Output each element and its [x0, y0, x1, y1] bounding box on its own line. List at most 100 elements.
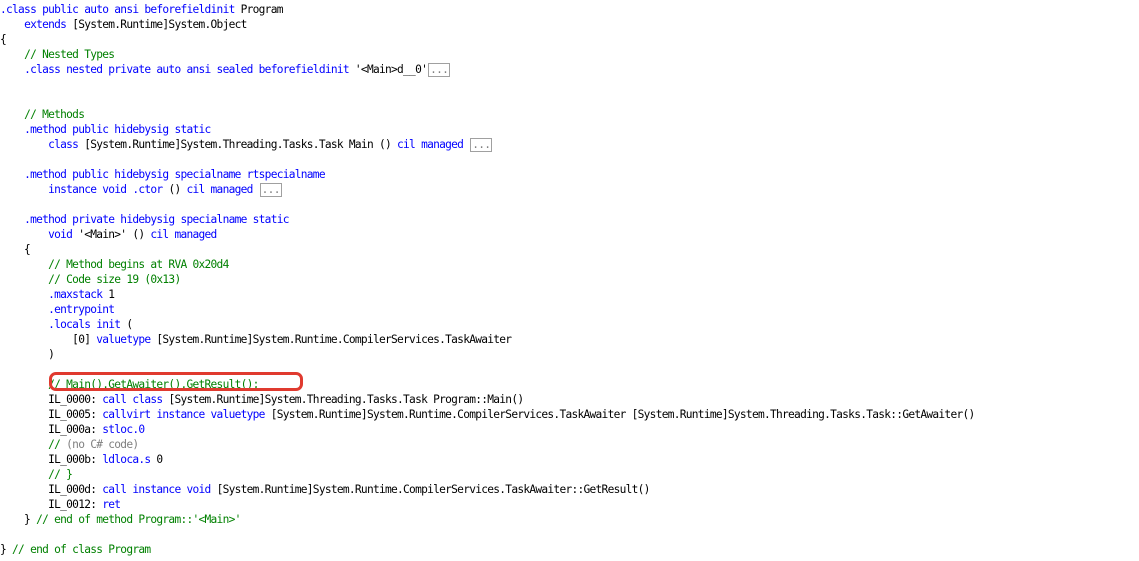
- code-keyword: instance void .ctor: [48, 183, 169, 196]
- code-line: IL_0005: callvirt instance valuetype [Sy…: [0, 407, 975, 422]
- code-text: IL_000b:: [0, 453, 103, 466]
- collapsed-region-button[interactable]: ...: [259, 183, 282, 197]
- code-line: void '<Main>' () cil managed: [0, 227, 217, 242]
- code-keyword: callvirt instance valuetype: [102, 408, 271, 421]
- code-keyword: cil managed: [150, 228, 217, 241]
- code-text: (: [126, 318, 133, 331]
- code-line: .locals init (: [0, 317, 133, 332]
- code-keyword: .method public hidebysig static: [24, 123, 211, 136]
- code-keyword: ret: [102, 498, 121, 511]
- code-text: [System.Runtime]System.Threading.Tasks.T…: [84, 138, 398, 151]
- code-line: .class public auto ansi beforefieldinit …: [0, 2, 283, 17]
- code-text: (no C# code): [66, 438, 139, 451]
- code-text: (): [168, 183, 187, 196]
- code-line: [0] valuetype [System.Runtime]System.Run…: [0, 332, 512, 347]
- code-line: // Main().GetAwaiter().GetResult();: [0, 377, 259, 392]
- code-text: 1: [108, 288, 115, 301]
- code-text: IL_0012:: [0, 498, 103, 511]
- code-line: .method private hidebysig specialname st…: [0, 212, 289, 227]
- code-text: [System.Runtime]System.Runtime.CompilerS…: [156, 333, 512, 346]
- code-comment: // Method begins at RVA 0x20d4: [48, 258, 229, 271]
- code-keyword: .method private hidebysig specialname st…: [24, 213, 289, 226]
- code-line: .method public hidebysig specialname rts…: [0, 167, 326, 182]
- code-text: IL_0005:: [0, 408, 103, 421]
- code-comment: // end of class Program: [12, 543, 151, 556]
- code-comment: //: [48, 438, 67, 451]
- code-line: .entrypoint: [0, 302, 115, 317]
- code-keyword: .class public auto ansi beforefieldinit: [0, 3, 241, 16]
- code-text: [0]: [0, 333, 97, 346]
- code-line: IL_000d: call instance void [System.Runt…: [0, 482, 650, 497]
- code-line: IL_000a: stloc.0: [0, 422, 145, 437]
- code-text: '<Main>' (): [78, 228, 151, 241]
- code-keyword: stloc.0: [102, 423, 145, 436]
- code-text: IL_000a:: [0, 423, 103, 436]
- code-keyword: .class nested private auto ansi sealed b…: [24, 63, 355, 76]
- code-keyword: ldloca.s: [102, 453, 157, 466]
- code-keyword: .method public hidebysig specialname rts…: [24, 168, 326, 181]
- code-line: // (no C# code): [0, 437, 139, 452]
- code-keyword: cil managed: [186, 183, 259, 196]
- code-comment: // Nested Types: [24, 48, 115, 61]
- collapsed-region-button[interactable]: ...: [470, 138, 493, 152]
- code-line: } // end of class Program: [0, 542, 151, 557]
- code-text: }: [0, 543, 13, 556]
- code-line: {: [0, 32, 7, 47]
- code-line: IL_0000: call class [System.Runtime]Syst…: [0, 392, 524, 407]
- code-line: IL_000b: ldloca.s 0: [0, 452, 163, 467]
- code-text: IL_000d:: [0, 483, 103, 496]
- code-line: .class nested private auto ansi sealed b…: [0, 62, 451, 77]
- il-code-editor[interactable]: .class public auto ansi beforefieldinit …: [0, 0, 1139, 561]
- collapsed-region-button[interactable]: ...: [428, 63, 451, 77]
- code-comment: // Methods: [24, 108, 85, 121]
- code-line: // Code size 19 (0x13): [0, 272, 181, 287]
- code-line: // Methods: [0, 107, 85, 122]
- code-text: [System.Runtime]System.Object: [72, 18, 247, 31]
- code-keyword: .locals init: [48, 318, 127, 331]
- code-keyword: valuetype: [96, 333, 157, 346]
- code-comment: // Code size 19 (0x13): [48, 273, 181, 286]
- code-line: {: [0, 242, 31, 257]
- code-comment: // end of method Program::'<Main>': [36, 513, 241, 526]
- code-line: class [System.Runtime]System.Threading.T…: [0, 137, 493, 152]
- code-line: // }: [0, 467, 73, 482]
- code-keyword: void: [48, 228, 79, 241]
- code-line: .method public hidebysig static: [0, 122, 211, 137]
- code-keyword: .maxstack: [48, 288, 109, 301]
- code-text: {: [0, 33, 7, 46]
- code-text: '<Main>d__0': [354, 63, 428, 76]
- code-text: 0: [156, 453, 163, 466]
- code-line: ): [0, 347, 55, 362]
- code-text: Program: [240, 3, 284, 16]
- code-line: // Nested Types: [0, 47, 115, 62]
- code-text: {: [0, 243, 31, 256]
- code-line: instance void .ctor () cil managed ...: [0, 182, 282, 197]
- code-text: [System.Runtime]System.Threading.Tasks.T…: [168, 393, 524, 406]
- code-comment: // Main().GetAwaiter().GetResult();: [48, 378, 259, 391]
- code-keyword: .entrypoint: [48, 303, 115, 316]
- code-line: .maxstack 1: [0, 287, 115, 302]
- code-line: // Method begins at RVA 0x20d4: [0, 257, 229, 272]
- code-keyword: call class: [102, 393, 169, 406]
- code-text: [System.Runtime]System.Runtime.CompilerS…: [270, 408, 976, 421]
- code-text: [System.Runtime]System.Runtime.CompilerS…: [216, 483, 651, 496]
- code-line: extends [System.Runtime]System.Object: [0, 17, 247, 32]
- code-text: IL_0000:: [0, 393, 103, 406]
- code-line: } // end of method Program::'<Main>': [0, 512, 241, 527]
